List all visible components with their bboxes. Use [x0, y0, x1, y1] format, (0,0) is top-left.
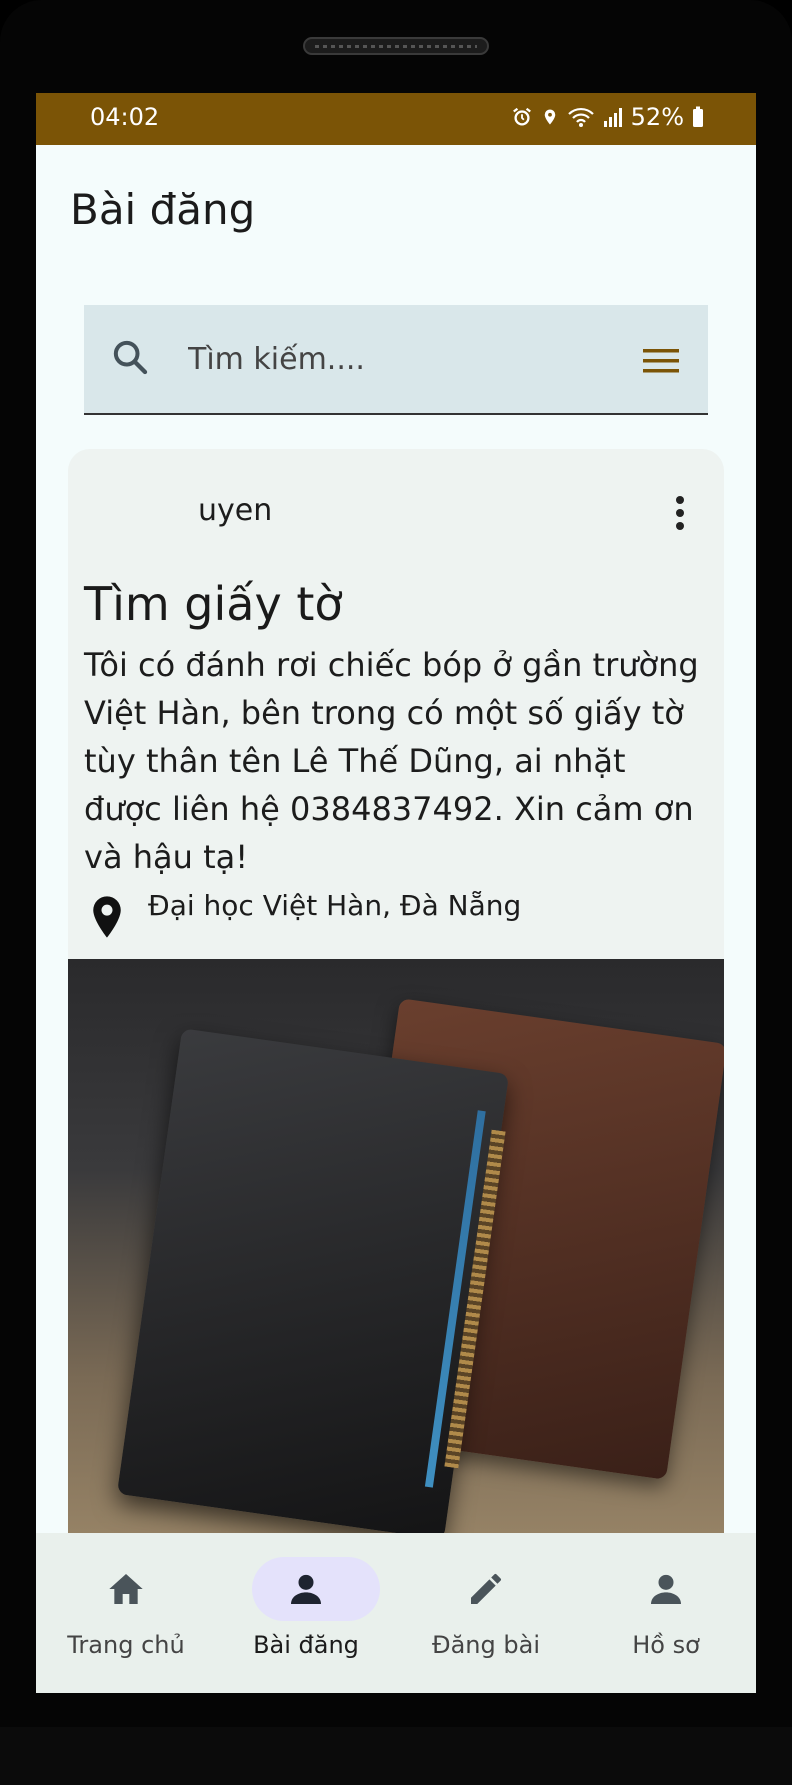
post-username: uyen [198, 493, 273, 528]
location-status-icon [544, 109, 555, 125]
nav-item-profile[interactable]: Hồ sơ [576, 1533, 756, 1693]
menu-icon[interactable] [642, 347, 680, 375]
nav-label: Bài đăng [253, 1631, 359, 1659]
phone-bottom-bezel [0, 1727, 792, 1785]
more-options-icon[interactable] [674, 495, 686, 531]
nav-item-home[interactable]: Trang chủ [36, 1533, 216, 1693]
phone-speaker [303, 37, 489, 55]
post-card[interactable]: uyen Tìm giấy tờ Tôi có đánh rơi chiếc b… [68, 449, 724, 1693]
search-input[interactable] [188, 305, 628, 413]
nav-label: Hồ sơ [632, 1631, 700, 1659]
person-icon [291, 1574, 321, 1604]
page-title: Bài đăng [70, 185, 256, 234]
signal-icon [603, 108, 622, 127]
post-image[interactable] [68, 959, 724, 1559]
battery-percent: 52% [630, 103, 684, 131]
status-bar: 04:02 52% [36, 93, 756, 145]
location-pin-icon [93, 896, 121, 938]
post-body: Tôi có đánh rơi chiếc bóp ở gần trường V… [84, 646, 699, 876]
home-icon [109, 1574, 143, 1604]
post-title: Tìm giấy tờ [84, 577, 343, 631]
nav-label: Đăng bài [432, 1631, 540, 1659]
nav-item-create-post[interactable]: Đăng bài [396, 1533, 576, 1693]
screen: 04:02 52% Bài đăng uyen Tìm giấy tờ Tôi … [36, 93, 756, 1693]
nav-item-posts[interactable]: Bài đăng [216, 1533, 396, 1693]
battery-icon [693, 106, 703, 127]
wifi-icon [567, 107, 594, 127]
phone-frame: 04:02 52% Bài đăng uyen Tìm giấy tờ Tôi … [0, 0, 792, 1785]
status-icons: 52% [511, 103, 704, 131]
search-bar[interactable] [84, 305, 708, 415]
nav-label: Trang chủ [67, 1631, 185, 1659]
pencil-icon [471, 1573, 501, 1604]
bottom-navigation: Trang chủ Bài đăng Đăng bài Hồ sơ [36, 1533, 756, 1693]
search-icon[interactable] [110, 337, 150, 377]
alarm-icon [512, 107, 531, 126]
person-icon [651, 1574, 681, 1604]
post-location: Đại học Việt Hàn, Đà Nẵng [148, 889, 522, 922]
status-time: 04:02 [90, 103, 160, 131]
